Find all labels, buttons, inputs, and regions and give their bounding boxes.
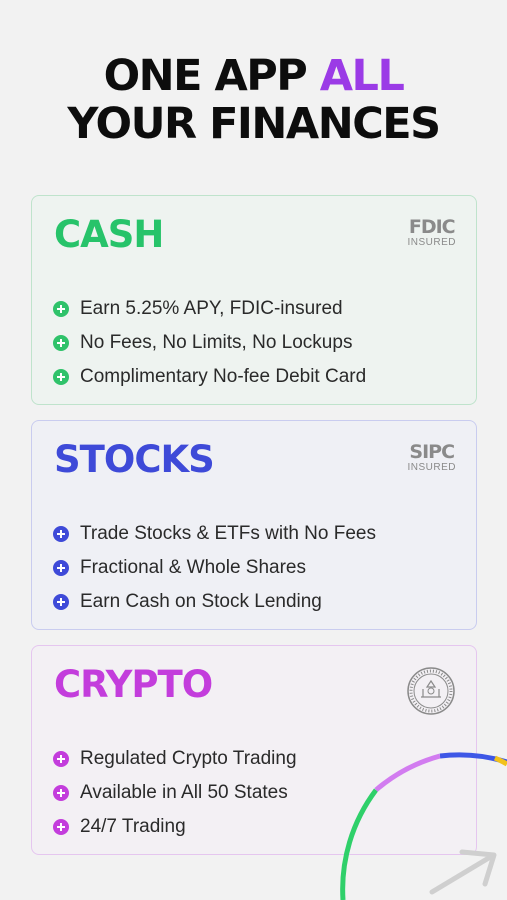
plus-icon — [53, 751, 69, 767]
headline-line-2: YOUR FINANCES — [67, 99, 441, 149]
plus-icon — [53, 526, 69, 542]
cash-feature-list: Earn 5.25% APY, FDIC-insured No Fees, No… — [53, 292, 366, 394]
feature-text: Regulated Crypto Trading — [80, 748, 297, 769]
cash-feature-item: No Fees, No Limits, No Lockups — [53, 326, 366, 360]
cash-card: CASH FDIC INSURED Earn 5.25% APY, FDIC-i… — [31, 195, 477, 405]
stocks-feature-list: Trade Stocks & ETFs with No Fees Fractio… — [53, 517, 376, 619]
plus-icon — [53, 819, 69, 835]
feature-text: Complimentary No-fee Debit Card — [80, 366, 367, 387]
feature-text: Fractional & Whole Shares — [80, 557, 306, 578]
crypto-title: CRYPTO — [54, 663, 213, 706]
sipc-badge-main: SIPC — [409, 441, 455, 463]
feature-text: Available in All 50 States — [80, 782, 288, 803]
sipc-badge: SIPC INSURED — [407, 443, 456, 474]
crypto-feature-item: Regulated Crypto Trading — [53, 742, 297, 776]
cash-feature-item: Earn 5.25% APY, FDIC-insured — [53, 292, 366, 326]
sipc-badge-sub: INSURED — [407, 462, 456, 473]
plus-icon — [53, 785, 69, 801]
plus-icon — [53, 560, 69, 576]
headline: ONE APP ALL YOUR FINANCES — [0, 52, 507, 148]
headline-accent: ALL — [319, 51, 405, 101]
fdic-badge: FDIC INSURED — [407, 218, 456, 249]
plus-icon — [53, 335, 69, 351]
feature-text: No Fees, No Limits, No Lockups — [80, 332, 353, 353]
state-seal-icon — [407, 667, 455, 715]
stocks-feature-item: Trade Stocks & ETFs with No Fees — [53, 517, 376, 551]
crypto-card: CRYPTO Regulated Crypto Trading Availabl… — [31, 645, 477, 855]
feature-text: Trade Stocks & ETFs with No Fees — [80, 523, 376, 544]
crypto-feature-item: 24/7 Trading — [53, 810, 297, 844]
stocks-title: STOCKS — [54, 438, 215, 481]
cash-feature-item: Complimentary No-fee Debit Card — [53, 360, 366, 394]
stocks-feature-item: Fractional & Whole Shares — [53, 551, 376, 585]
crypto-feature-list: Regulated Crypto Trading Available in Al… — [53, 742, 297, 844]
plus-icon — [53, 594, 69, 610]
feature-text: 24/7 Trading — [80, 816, 186, 837]
fdic-badge-sub: INSURED — [407, 237, 456, 248]
arrow-up-right-icon — [429, 849, 497, 895]
plus-icon — [53, 369, 69, 385]
stocks-card: STOCKS SIPC INSURED Trade Stocks & ETFs … — [31, 420, 477, 630]
fdic-badge-main: FDIC — [408, 216, 456, 238]
headline-prefix: ONE APP — [103, 51, 320, 101]
crypto-feature-item: Available in All 50 States — [53, 776, 297, 810]
plus-icon — [53, 301, 69, 317]
headline-line-1: ONE APP ALL — [0, 52, 507, 100]
feature-text: Earn Cash on Stock Lending — [80, 591, 322, 612]
stocks-feature-item: Earn Cash on Stock Lending — [53, 585, 376, 619]
cash-title: CASH — [54, 213, 164, 256]
feature-text: Earn 5.25% APY, FDIC-insured — [80, 298, 343, 319]
